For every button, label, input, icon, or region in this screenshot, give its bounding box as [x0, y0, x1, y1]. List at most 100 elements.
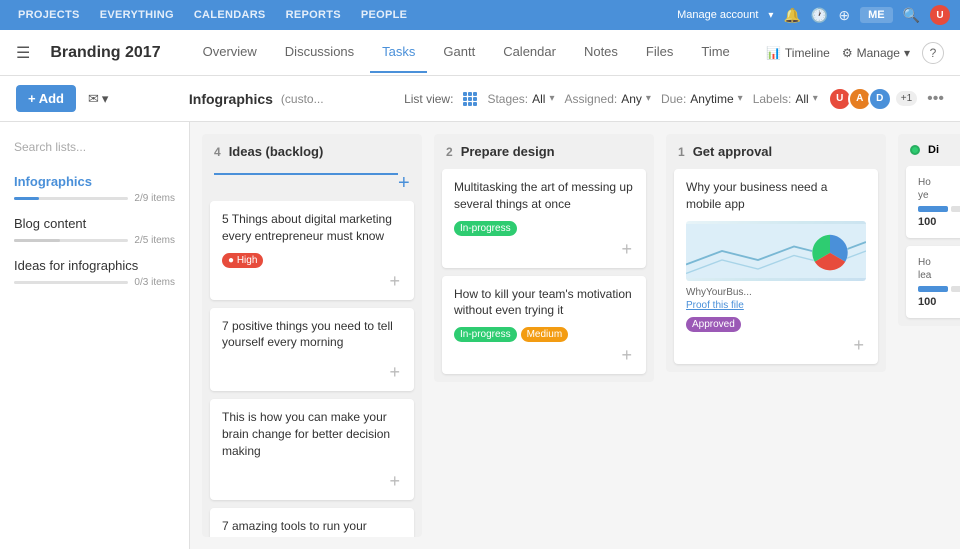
grid-view-icon[interactable] — [463, 92, 477, 106]
card-add-button[interactable]: + — [621, 240, 632, 258]
search-lists-input[interactable]: Search lists... — [0, 134, 189, 160]
due-filter[interactable]: Due: Anytime ▾ — [661, 92, 743, 106]
card-add-button[interactable]: + — [389, 472, 400, 490]
add-card-top-area: + — [202, 169, 422, 201]
search-icon[interactable]: 🔍 — [903, 7, 920, 24]
column-ideas-backlog: 4 Ideas (backlog) + 5 Things about digit… — [202, 134, 422, 537]
nav-reports[interactable]: REPORTS — [278, 5, 349, 25]
nav-projects[interactable]: PROJECTS — [10, 5, 88, 25]
card-3: This is how you can make your brain chan… — [210, 399, 414, 499]
tab-files[interactable]: Files — [634, 32, 685, 73]
help-button[interactable]: ? — [922, 42, 944, 64]
card-add-button[interactable]: + — [853, 336, 864, 354]
card-add-button[interactable]: + — [621, 346, 632, 364]
clock-icon[interactable]: 🕐 — [811, 7, 828, 24]
tab-overview[interactable]: Overview — [191, 32, 269, 73]
add-card-top-button[interactable]: + — [398, 173, 410, 193]
card-add-button[interactable]: + — [389, 272, 400, 290]
partial-card-bars — [918, 206, 960, 212]
column-header: 1 Get approval — [666, 134, 886, 169]
column-body: Multitasking the art of messing up sever… — [434, 169, 654, 382]
sidebar-item-progress: 0/3 items — [14, 277, 175, 288]
sidebar-item-name: Blog content — [14, 216, 175, 231]
column-get-approval: 1 Get approval Why your business need a … — [666, 134, 886, 372]
card-title: 7 amazing tools to run your business suc… — [222, 518, 402, 537]
hamburger-menu[interactable]: ☰ — [16, 43, 30, 63]
card-add-area: + — [222, 268, 402, 290]
card-title: How to kill your team's motivation witho… — [454, 286, 634, 320]
tag-high: ● High — [222, 253, 263, 268]
card-file-link[interactable]: Proof this file — [686, 300, 866, 311]
card-1: 5 Things about digital marketing every e… — [210, 201, 414, 300]
tag-in-progress: In-progress — [454, 327, 517, 342]
add-button[interactable]: + Add — [16, 85, 76, 112]
column-body: Why your business need a mobile app — [666, 169, 886, 372]
gear-icon: ⚙ — [842, 46, 853, 60]
manage-account-link[interactable]: Manage account — [677, 9, 758, 21]
email-button[interactable]: ✉ ▾ — [88, 91, 108, 107]
assigned-filter[interactable]: Assigned: Any ▾ — [565, 92, 651, 106]
sidebar-item-infographics[interactable]: Infographics 2/9 items — [0, 168, 189, 210]
sidebar-item-blog-content[interactable]: Blog content 2/5 items — [0, 210, 189, 252]
project-title: Branding 2017 — [50, 44, 160, 62]
me-button[interactable]: ME — [860, 7, 893, 23]
sidebar-item-name: Infographics — [14, 174, 175, 189]
tab-time[interactable]: Time — [689, 32, 741, 73]
column-prepare-design: 2 Prepare design Multitasking the art of… — [434, 134, 654, 382]
top-nav-right: Manage account ▾ 🔔 🕐 ⊕ ME 🔍 U — [677, 5, 950, 25]
nav-calendars[interactable]: CALENDARS — [186, 5, 274, 25]
toolbar: + Add ✉ ▾ Infographics (custo... List vi… — [0, 76, 960, 122]
card-add-area: + — [454, 342, 634, 364]
nav-people[interactable]: PEOPLE — [353, 5, 415, 25]
share-icon[interactable]: ⊕ — [838, 7, 850, 24]
status-dot — [910, 145, 920, 155]
tab-discussions[interactable]: Discussions — [273, 32, 366, 73]
card-6: How to kill your team's motivation witho… — [442, 276, 646, 375]
tab-calendar[interactable]: Calendar — [491, 32, 568, 73]
card-add-button[interactable]: + — [389, 363, 400, 381]
timeline-icon: 📊 — [766, 46, 781, 60]
timeline-label: Timeline — [785, 46, 830, 60]
tab-notes[interactable]: Notes — [572, 32, 630, 73]
tab-tasks[interactable]: Tasks — [370, 32, 427, 73]
card-title: 7 positive things you need to tell yours… — [222, 318, 402, 352]
column-header: Di — [898, 134, 960, 166]
kebab-menu-icon[interactable]: ••• — [927, 90, 944, 108]
column-partial: Di Hoye 100 Holea — [898, 134, 960, 326]
card-file-label: WhyYourBus... — [686, 287, 866, 298]
column-count: 2 — [446, 145, 453, 159]
card-2: 7 positive things you need to tell yours… — [210, 308, 414, 392]
avatar-d[interactable]: D — [868, 87, 892, 111]
card-title: 5 Things about digital marketing every e… — [222, 211, 402, 245]
stages-filter[interactable]: Stages: All ▾ — [487, 92, 554, 106]
column-title: Get approval — [693, 144, 772, 159]
timeline-button[interactable]: 📊 Timeline — [766, 46, 830, 60]
partial-column-label: Di — [928, 144, 939, 156]
board-title-area: Infographics (custo... — [189, 91, 324, 107]
user-avatar[interactable]: U — [930, 5, 950, 25]
tag-in-progress: In-progress — [454, 221, 517, 236]
partial-card-bars — [918, 286, 960, 292]
more-avatars-badge[interactable]: +1 — [896, 91, 917, 106]
manage-button[interactable]: ⚙ Manage ▾ — [842, 46, 910, 60]
card-add-area: + — [686, 332, 866, 354]
sidebar-item-count: 0/3 items — [134, 277, 175, 288]
toolbar-filters: List view: Stages: All ▾ Assigned: Any ▾… — [404, 87, 944, 111]
sidebar-item-progress: 2/5 items — [14, 235, 175, 246]
tag-medium: Medium — [521, 327, 569, 342]
sidebar-item-ideas[interactable]: Ideas for infographics 0/3 items — [0, 252, 189, 294]
sidebar-item-progress: 2/9 items — [14, 193, 175, 204]
sidebar: Search lists... Infographics 2/9 items B… — [0, 122, 190, 549]
card-tags: ● High — [222, 253, 402, 268]
project-tabs: Overview Discussions Tasks Gantt Calenda… — [191, 32, 742, 73]
board-title: Infographics — [189, 91, 273, 107]
dropdown-arrow-icon: ▾ — [102, 91, 109, 107]
tab-gantt[interactable]: Gantt — [431, 32, 487, 73]
stages-chevron-icon: ▾ — [549, 93, 554, 104]
labels-filter[interactable]: Labels: All ▾ — [753, 92, 818, 106]
thumbnail-image — [686, 221, 866, 281]
nav-everything[interactable]: EVERYTHING — [92, 5, 182, 25]
partial-card-percent-1: 100 — [918, 216, 960, 228]
bell-icon[interactable]: 🔔 — [783, 7, 800, 24]
column-count: 1 — [678, 145, 685, 159]
